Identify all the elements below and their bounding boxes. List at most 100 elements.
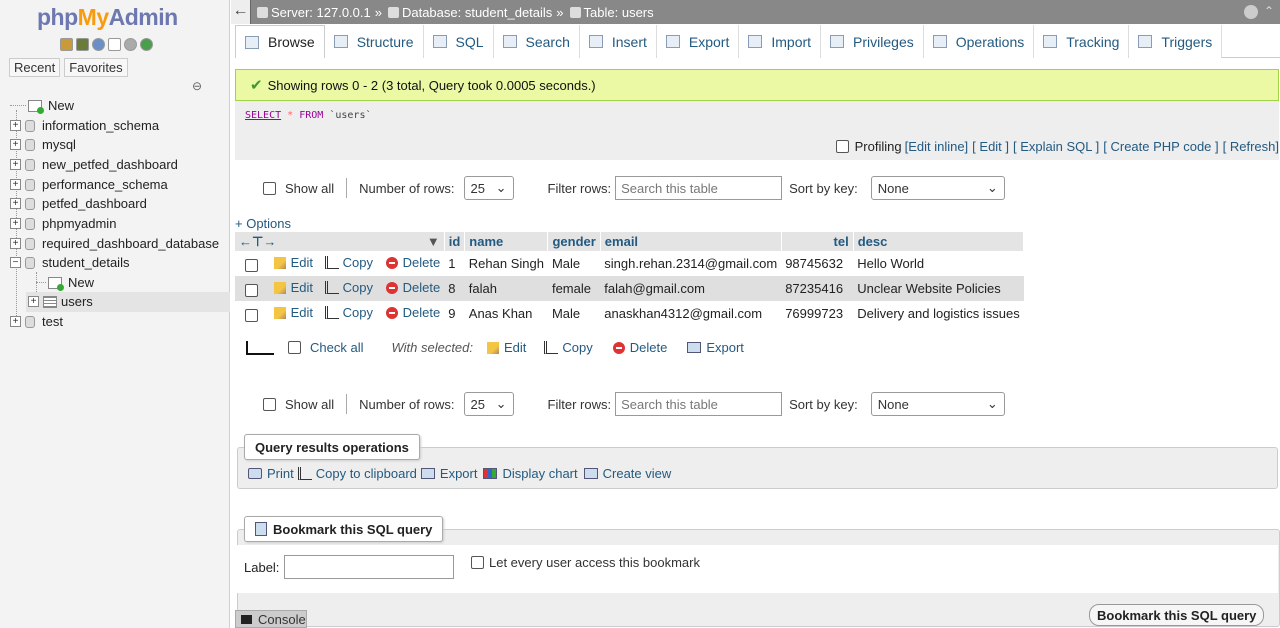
cell-tel[interactable]: 76999723 bbox=[781, 301, 854, 326]
tree-db-phpmyadmin[interactable]: + phpmyadmin bbox=[10, 214, 116, 233]
bookmark-sql-query-button[interactable]: Bookmark this SQL query bbox=[1089, 604, 1265, 626]
explain-sql-link[interactable]: [ Explain SQL ] bbox=[1013, 139, 1099, 154]
column-header-id[interactable]: id bbox=[444, 232, 466, 251]
show-all-checkbox[interactable] bbox=[263, 181, 276, 195]
row-checkbox[interactable] bbox=[245, 284, 258, 298]
every-user-checkbox[interactable] bbox=[471, 556, 484, 569]
column-header-desc[interactable]: desc bbox=[853, 232, 1025, 251]
recent-tab[interactable]: Recent bbox=[9, 58, 61, 77]
cell-name[interactable]: Anas Khan bbox=[464, 301, 548, 326]
cell-desc[interactable]: Delivery and logistics issues bbox=[853, 301, 1024, 326]
row-checkbox[interactable] bbox=[245, 259, 258, 273]
tab-structure[interactable]: Structure bbox=[324, 25, 424, 58]
profiling-checkbox[interactable] bbox=[835, 140, 849, 153]
tab-operations[interactable]: Operations bbox=[923, 25, 1035, 58]
logout-icon[interactable] bbox=[76, 38, 89, 51]
tab-export[interactable]: Export bbox=[656, 25, 740, 58]
tab-sql[interactable]: SQL bbox=[423, 25, 494, 58]
expand-icon[interactable]: + bbox=[10, 159, 21, 170]
edit-link[interactable]: [ Edit ] bbox=[972, 139, 1009, 154]
sort-by-key-select[interactable]: None ⌄ bbox=[870, 176, 1005, 200]
row-checkbox[interactable] bbox=[245, 309, 258, 323]
phpmyadmin-logo[interactable]: phpMyAdmin bbox=[37, 4, 178, 31]
tree-new-database[interactable]: New bbox=[10, 96, 74, 115]
row-copy-button[interactable]: Copy bbox=[324, 305, 373, 320]
cell-email[interactable]: singh.rehan.2314@gmail.com bbox=[600, 251, 782, 276]
row-copy-button[interactable]: Copy bbox=[324, 280, 373, 295]
sort-by-key-select[interactable]: None ⌄ bbox=[870, 392, 1005, 416]
check-all-checkbox[interactable] bbox=[288, 341, 301, 354]
column-dropdown-icon[interactable]: ▼ bbox=[427, 234, 440, 249]
refresh-link[interactable]: [ Refresh] bbox=[1223, 139, 1279, 154]
tree-db-new_petfed_dashboard[interactable]: + new_petfed_dashboard bbox=[10, 155, 178, 174]
expand-icon[interactable]: + bbox=[28, 296, 39, 307]
console-toggle[interactable]: Console bbox=[235, 610, 307, 628]
cell-id[interactable]: 8 bbox=[444, 276, 465, 301]
number-of-rows-select[interactable]: 25 ⌄ bbox=[463, 392, 514, 416]
tree-db-required_dashboard_database[interactable]: + required_dashboard_database bbox=[10, 234, 219, 253]
collapse-icon[interactable]: − bbox=[10, 257, 21, 268]
row-delete-button[interactable]: Delete bbox=[385, 255, 440, 270]
tree-db-performance_schema[interactable]: + performance_schema bbox=[10, 175, 168, 194]
row-delete-button[interactable]: Delete bbox=[385, 280, 440, 295]
caret-up-icon[interactable]: ⌃ bbox=[1264, 4, 1274, 18]
tree-db-mysql[interactable]: + mysql bbox=[10, 135, 76, 154]
link-with-main-icon[interactable]: ⊖ bbox=[192, 79, 202, 93]
create-view-link[interactable]: Create view bbox=[583, 466, 671, 481]
export-link[interactable]: Export bbox=[420, 466, 477, 481]
column-header-name[interactable]: name bbox=[464, 232, 549, 251]
cell-desc[interactable]: Hello World bbox=[853, 251, 1024, 276]
cell-gender[interactable]: Male bbox=[547, 301, 601, 326]
row-edit-button[interactable]: Edit bbox=[273, 255, 313, 270]
print-link[interactable]: Print bbox=[248, 466, 294, 481]
filter-rows-input[interactable]: Search this table bbox=[615, 392, 783, 416]
tree-new-table[interactable]: New bbox=[36, 273, 94, 292]
cell-gender[interactable]: female bbox=[547, 276, 601, 301]
expand-icon[interactable]: + bbox=[10, 120, 21, 131]
show-all-checkbox[interactable] bbox=[263, 397, 276, 411]
breadcrumb-database[interactable]: Database: student_details bbox=[387, 5, 552, 20]
column-action-header[interactable]: ←⊤→ ▼ bbox=[235, 232, 445, 251]
home-icon[interactable] bbox=[60, 38, 73, 51]
expand-icon[interactable]: + bbox=[10, 198, 21, 209]
cell-email[interactable]: falah@gmail.com bbox=[600, 276, 782, 301]
expand-icon[interactable]: + bbox=[10, 139, 21, 150]
with-selected-copy[interactable]: Copy bbox=[544, 340, 593, 355]
options-link[interactable]: + Options bbox=[235, 216, 291, 231]
cell-email[interactable]: anaskhan4312@gmail.com bbox=[600, 301, 782, 326]
settings-icon[interactable] bbox=[124, 38, 137, 51]
tree-db-petfed_dashboard[interactable]: + petfed_dashboard bbox=[10, 194, 147, 213]
cell-tel[interactable]: 98745632 bbox=[781, 251, 854, 276]
copy-to-clipboard-link[interactable]: Copy to clipboard bbox=[297, 466, 417, 481]
tab-search[interactable]: Search bbox=[493, 25, 580, 58]
expand-icon[interactable]: + bbox=[10, 179, 21, 190]
row-edit-button[interactable]: Edit bbox=[273, 305, 313, 320]
expand-icon[interactable]: + bbox=[10, 316, 21, 327]
with-selected-delete[interactable]: Delete bbox=[612, 340, 667, 355]
row-copy-button[interactable]: Copy bbox=[324, 255, 373, 270]
tree-db-student_details[interactable]: − student_details bbox=[10, 253, 129, 272]
check-all-label[interactable]: Check all bbox=[310, 340, 363, 355]
expand-icon[interactable]: + bbox=[10, 218, 21, 229]
with-selected-export[interactable]: Export bbox=[687, 340, 744, 355]
expand-icon[interactable]: + bbox=[10, 238, 21, 249]
edit-inline-link[interactable]: [Edit inline] bbox=[905, 139, 969, 154]
bookmark-label-input[interactable] bbox=[284, 555, 454, 579]
settings-gear-icon[interactable] bbox=[1244, 5, 1258, 19]
cell-id[interactable]: 1 bbox=[444, 251, 465, 276]
number-of-rows-select[interactable]: 25 ⌄ bbox=[463, 176, 514, 200]
reload-icon[interactable] bbox=[140, 38, 153, 51]
cell-id[interactable]: 9 bbox=[444, 301, 465, 326]
breadcrumb-server[interactable]: Server: 127.0.0.1 bbox=[257, 5, 371, 20]
cell-name[interactable]: falah bbox=[464, 276, 548, 301]
display-chart-link[interactable]: Display chart bbox=[483, 466, 578, 481]
tab-triggers[interactable]: Triggers bbox=[1129, 25, 1223, 58]
cell-desc[interactable]: Unclear Website Policies bbox=[853, 276, 1024, 301]
with-selected-edit[interactable]: Edit bbox=[487, 340, 526, 355]
collapse-nav-button[interactable]: ← bbox=[231, 0, 251, 24]
tab-tracking[interactable]: Tracking bbox=[1034, 25, 1130, 58]
tab-browse[interactable]: Browse bbox=[235, 25, 325, 58]
filter-rows-input[interactable]: Search this table bbox=[615, 176, 783, 200]
column-header-gender[interactable]: gender bbox=[547, 232, 601, 251]
documentation-icon[interactable] bbox=[108, 38, 121, 51]
